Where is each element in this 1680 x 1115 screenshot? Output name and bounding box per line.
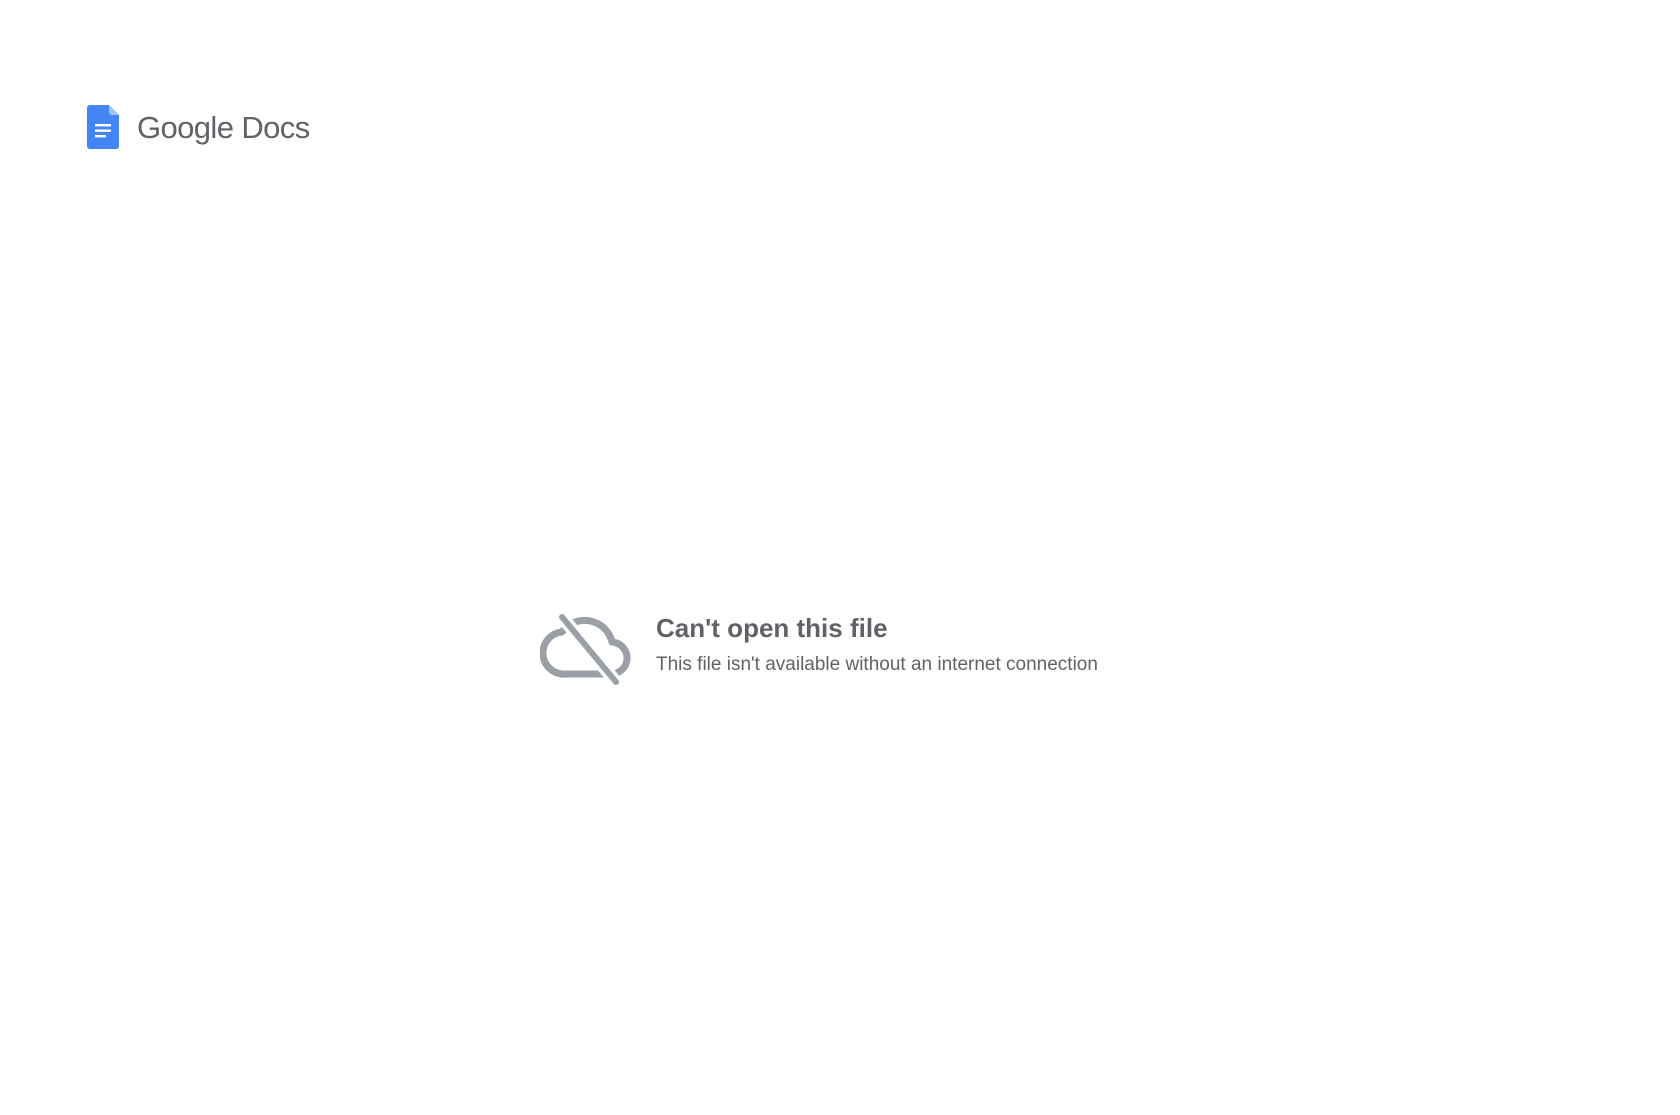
logo-brand-text: Google	[137, 109, 234, 145]
offline-error: Can't open this file This file isn't ava…	[540, 612, 1098, 686]
google-docs-logo[interactable]: Google Docs	[87, 105, 310, 149]
logo-wordmark: Google Docs	[137, 112, 310, 143]
google-docs-icon	[87, 105, 119, 149]
cloud-off-icon	[540, 612, 631, 686]
error-message: This file isn't available without an int…	[656, 654, 1098, 675]
error-text-group: Can't open this file This file isn't ava…	[656, 612, 1098, 677]
page: Google Docs Can't open this file This fi…	[0, 0, 1680, 1115]
error-title: Can't open this file	[656, 613, 888, 643]
logo-product-text: Docs	[241, 109, 310, 145]
